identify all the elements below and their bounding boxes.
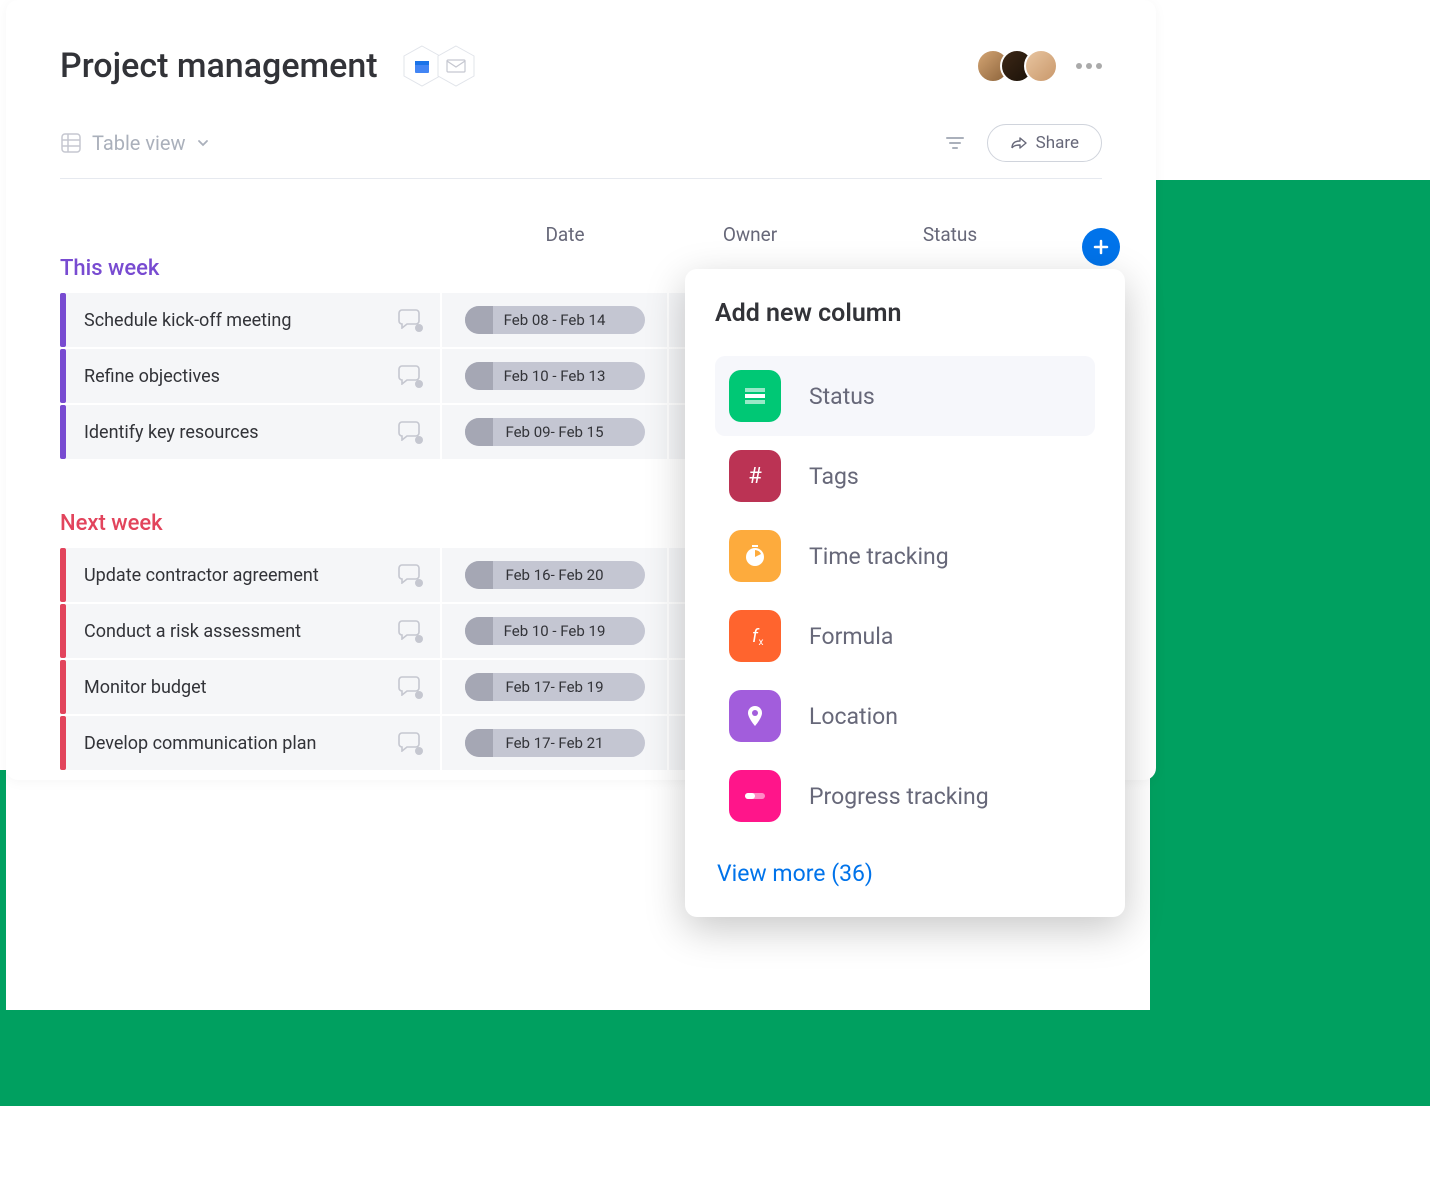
column-header-status[interactable]: Status bbox=[850, 223, 1050, 246]
popup-title: Add new column bbox=[715, 299, 1095, 328]
task-name[interactable]: Conduct a risk assessment bbox=[84, 621, 301, 642]
task-name[interactable]: Develop communication plan bbox=[84, 733, 316, 754]
date-pill[interactable]: Feb 09- Feb 15 bbox=[465, 418, 645, 446]
board-integrations[interactable] bbox=[408, 44, 476, 88]
view-more-link[interactable]: View more (36) bbox=[715, 860, 1095, 887]
date-pill[interactable]: Feb 10 - Feb 19 bbox=[465, 617, 645, 645]
table-icon bbox=[60, 132, 82, 154]
chat-icon[interactable] bbox=[398, 618, 422, 644]
task-name[interactable]: Update contractor agreement bbox=[84, 565, 319, 586]
view-selector[interactable]: Table view bbox=[60, 131, 210, 155]
column-option-label: Status bbox=[809, 383, 875, 410]
view-label: Table view bbox=[92, 131, 186, 155]
chat-icon[interactable] bbox=[398, 562, 422, 588]
svg-text:#: # bbox=[748, 464, 762, 489]
board-members[interactable] bbox=[976, 49, 1058, 83]
more-menu-icon[interactable] bbox=[1076, 63, 1102, 69]
column-option-label: Time tracking bbox=[809, 543, 949, 570]
chat-icon[interactable] bbox=[398, 674, 422, 700]
column-option-label: Progress tracking bbox=[809, 783, 989, 810]
timer-icon bbox=[729, 530, 781, 582]
chat-icon[interactable] bbox=[398, 363, 422, 389]
date-pill[interactable]: Feb 17- Feb 19 bbox=[465, 673, 645, 701]
plus-icon bbox=[1092, 238, 1110, 256]
chat-icon[interactable] bbox=[398, 730, 422, 756]
svg-text:x: x bbox=[759, 637, 764, 648]
add-column-button[interactable] bbox=[1082, 228, 1120, 266]
page-title: Project management bbox=[60, 46, 378, 86]
status-icon bbox=[729, 370, 781, 422]
progress-icon bbox=[729, 770, 781, 822]
column-option-label: Tags bbox=[809, 463, 859, 490]
fx-icon: fx bbox=[729, 610, 781, 662]
avatar[interactable] bbox=[1024, 49, 1058, 83]
date-pill[interactable]: Feb 17- Feb 21 bbox=[465, 729, 645, 757]
column-option-fx[interactable]: fx Formula bbox=[715, 596, 1095, 676]
column-option-progress[interactable]: Progress tracking bbox=[715, 756, 1095, 836]
chat-icon[interactable] bbox=[398, 307, 422, 333]
date-pill[interactable]: Feb 16- Feb 20 bbox=[465, 561, 645, 589]
column-option-status[interactable]: Status bbox=[715, 356, 1095, 436]
column-option-timer[interactable]: Time tracking bbox=[715, 516, 1095, 596]
date-pill[interactable]: Feb 08 - Feb 14 bbox=[465, 306, 645, 334]
column-option-label: Formula bbox=[809, 623, 893, 650]
date-pill[interactable]: Feb 10 - Feb 13 bbox=[465, 362, 645, 390]
task-name[interactable]: Schedule kick-off meeting bbox=[84, 310, 291, 331]
task-name[interactable]: Identify key resources bbox=[84, 422, 259, 443]
column-header-owner[interactable]: Owner bbox=[650, 223, 850, 246]
chevron-down-icon bbox=[196, 136, 210, 150]
add-column-popup: Add new column Status # Tags Time tracki… bbox=[685, 269, 1125, 917]
share-icon bbox=[1010, 136, 1028, 150]
column-option-label: Location bbox=[809, 703, 898, 730]
chat-icon[interactable] bbox=[398, 419, 422, 445]
column-option-pin[interactable]: Location bbox=[715, 676, 1095, 756]
column-header-date[interactable]: Date bbox=[480, 223, 650, 246]
email-integration-icon[interactable] bbox=[436, 44, 476, 88]
filter-icon[interactable] bbox=[945, 135, 965, 151]
hash-icon: # bbox=[729, 450, 781, 502]
pin-icon bbox=[729, 690, 781, 742]
share-button[interactable]: Share bbox=[987, 124, 1102, 162]
task-name[interactable]: Refine objectives bbox=[84, 366, 220, 387]
column-option-hash[interactable]: # Tags bbox=[715, 436, 1095, 516]
task-name[interactable]: Monitor budget bbox=[84, 677, 207, 698]
